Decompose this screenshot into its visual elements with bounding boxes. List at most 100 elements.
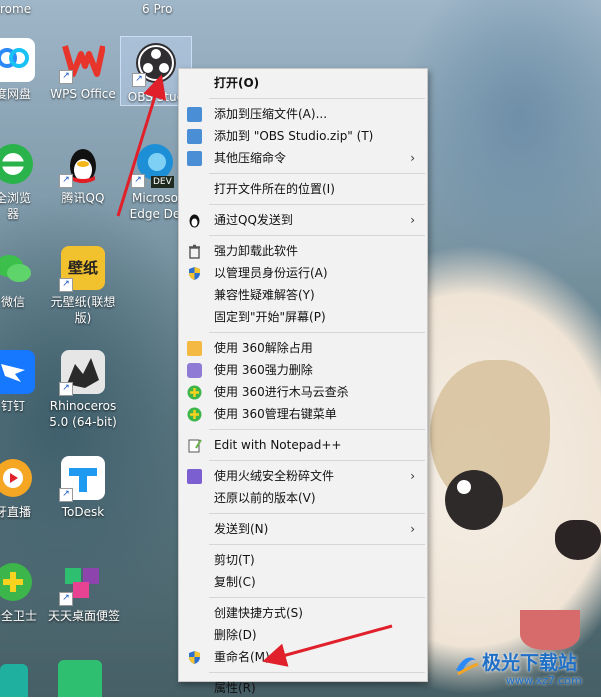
watermark-url: www.xz7.com (506, 674, 582, 687)
menu-item-huorong-shred[interactable]: 使用火绒安全粉碎文件 › (179, 465, 427, 487)
menu-item-force-uninstall[interactable]: 强力卸载此软件 (179, 240, 427, 262)
submenu-arrow-icon: › (410, 522, 415, 536)
desktop-icon-label: Rhinoceros 5.0 (64-bit) (49, 399, 117, 429)
folder-lock-icon (187, 341, 202, 356)
uac-shield-icon (187, 650, 202, 665)
wallpaper-app-badge: 壁纸 (67, 259, 98, 277)
desktop-icon-tencent-qq[interactable]: ↗ 腾讯QQ (48, 142, 118, 206)
desktop-label-top-left: rome (0, 2, 32, 16)
baidu-netdisk-icon (0, 38, 35, 82)
menu-label: 创建快捷方式(S) (214, 606, 303, 620)
desktop-icon-wallpaper-app[interactable]: 壁纸 ↗ 元壁纸(联想 版) (48, 246, 118, 326)
menu-label: 发送到(N) (214, 522, 269, 536)
desktop-icon-label: WPS Office (50, 87, 116, 101)
rhinoceros-icon: ↗ (59, 350, 105, 396)
submenu-arrow-icon: › (410, 213, 415, 227)
shortcut-arrow-icon: ↗ (59, 382, 73, 396)
desktop-icon-label: Microso Edge De (129, 191, 181, 221)
menu-separator (209, 460, 425, 461)
qq-penguin-icon: ↗ (59, 142, 105, 188)
menu-label: 使用 360解除占用 (214, 341, 313, 355)
menu-item-rename[interactable]: 重命名(M) (179, 646, 427, 668)
desktop-label-top-mid: 6 Pro (142, 2, 173, 16)
watermark-logo-icon (452, 650, 480, 678)
menu-label: 通过QQ发送到 (214, 213, 293, 227)
desktop-icon-partial[interactable] (58, 660, 102, 697)
context-menu: 打开(O) 添加到压缩文件(A)... 添加到 "OBS Studio.zip"… (178, 68, 428, 695)
wallpaper-dog-tongue (520, 610, 580, 650)
menu-label: 使用 360管理右键菜单 (214, 407, 337, 421)
menu-separator (209, 597, 425, 598)
menu-item-restore-versions[interactable]: 还原以前的版本(V) (179, 487, 427, 509)
shortcut-arrow-icon: ↗ (131, 174, 145, 188)
menu-separator (209, 544, 425, 545)
menu-item-create-shortcut[interactable]: 创建快捷方式(S) (179, 602, 427, 624)
desktop-icon-label: 天天桌面便签 (48, 609, 121, 623)
menu-item-open-location[interactable]: 打开文件所在的位置(I) (179, 178, 427, 200)
menu-label: 以管理员身份运行(A) (214, 266, 328, 280)
menu-item-delete[interactable]: 删除(D) (179, 624, 427, 646)
menu-label: 使用 360进行木马云查杀 (214, 385, 349, 399)
shortcut-arrow-icon: ↗ (59, 278, 73, 292)
shortcut-arrow-icon: ↗ (59, 592, 73, 606)
shredder-icon (187, 363, 202, 378)
menu-item-notepad[interactable]: Edit with Notepad++ (179, 434, 427, 456)
desktop-icon-desktop-notes[interactable]: ↗ 天天桌面便签 (48, 560, 121, 624)
desktop-icon-label: 安全卫士 (0, 609, 37, 623)
desktop-icon-baidu-netdisk[interactable]: 度网盘 (0, 38, 48, 102)
menu-separator (209, 332, 425, 333)
desktop-icon-label: 牙直播 (0, 505, 31, 519)
menu-item-pin-start[interactable]: 固定到"开始"屏幕(P) (179, 306, 427, 328)
wallpaper-dog-nose (555, 520, 601, 560)
desktop-notes-icon: ↗ (59, 560, 105, 606)
submenu-arrow-icon: › (410, 469, 415, 483)
menu-item-troubleshoot[interactable]: 兼容性疑难解答(Y) (179, 284, 427, 306)
huya-live-icon (0, 456, 35, 500)
menu-separator (209, 513, 425, 514)
menu-item-send-to[interactable]: 发送到(N) › (179, 518, 427, 540)
desktop-icon-todesk[interactable]: ↗ ToDesk (48, 456, 118, 520)
watermark: 极光下载站 www.xz7.com (452, 648, 597, 692)
menu-item-copy[interactable]: 复制(C) (179, 571, 427, 593)
menu-item-360-delete[interactable]: 使用 360强力删除 (179, 359, 427, 381)
menu-label: 添加到压缩文件(A)... (214, 107, 328, 121)
menu-label: 打开(O) (214, 76, 260, 90)
desktop-icon-wechat[interactable]: 微信 (0, 246, 48, 310)
desktop-icon-label: 微信 (0, 295, 25, 309)
dingtalk-icon (0, 350, 35, 394)
menu-item-open[interactable]: 打开(O) (179, 72, 427, 94)
wechat-icon (0, 246, 35, 290)
desktop-icon-rhinoceros[interactable]: ↗ Rhinoceros 5.0 (64-bit) (48, 350, 118, 430)
menu-item-add-zip[interactable]: 添加到 "OBS Studio.zip" (T) (179, 125, 427, 147)
desktop-icon-edge-dev[interactable]: DEV ↗ Microso Edge De (124, 142, 186, 222)
menu-item-other-compress[interactable]: 其他压缩命令 › (179, 147, 427, 169)
desktop-icon-label: 钉钉 (0, 399, 25, 413)
menu-item-360-rightmenu[interactable]: 使用 360管理右键菜单 (179, 403, 427, 425)
menu-item-cut[interactable]: 剪切(T) (179, 549, 427, 571)
desktop-icon-huya-live[interactable]: 牙直播 (0, 456, 48, 520)
menu-item-run-admin[interactable]: 以管理员身份运行(A) (179, 262, 427, 284)
desktop-icon-partial[interactable] (0, 664, 28, 697)
desktop-icon-360-browser[interactable]: 全浏览 器 (0, 142, 48, 222)
menu-item-360-unlock[interactable]: 使用 360解除占用 (179, 337, 427, 359)
menu-label: 添加到 "OBS Studio.zip" (T) (214, 129, 374, 143)
menu-label: 使用 360强力删除 (214, 363, 313, 377)
menu-item-add-archive[interactable]: 添加到压缩文件(A)... (179, 103, 427, 125)
menu-label: 打开文件所在的位置(I) (214, 182, 335, 196)
watermark-title: 极光下载站 (482, 652, 578, 674)
menu-label: 还原以前的版本(V) (214, 491, 316, 505)
menu-label: 使用火绒安全粉碎文件 (214, 469, 335, 483)
desktop-icon-wps-office[interactable]: ↗ WPS Office (48, 38, 118, 102)
menu-separator (209, 235, 425, 236)
menu-item-360-trojan-scan[interactable]: 使用 360进行木马云查杀 (179, 381, 427, 403)
edge-dev-icon: DEV ↗ (131, 142, 177, 188)
shortcut-arrow-icon: ↗ (59, 488, 73, 502)
menu-item-send-qq[interactable]: 通过QQ发送到 › (179, 209, 427, 231)
qq-icon (187, 213, 202, 228)
desktop-icon-dingtalk[interactable]: 钉钉 (0, 350, 48, 414)
uac-shield-icon (187, 266, 202, 281)
menu-item-properties[interactable]: 属性(R) (179, 677, 427, 699)
menu-separator (209, 98, 425, 99)
desktop-icon-360-safe[interactable]: 安全卫士 (0, 560, 48, 624)
archive-icon (187, 107, 202, 122)
